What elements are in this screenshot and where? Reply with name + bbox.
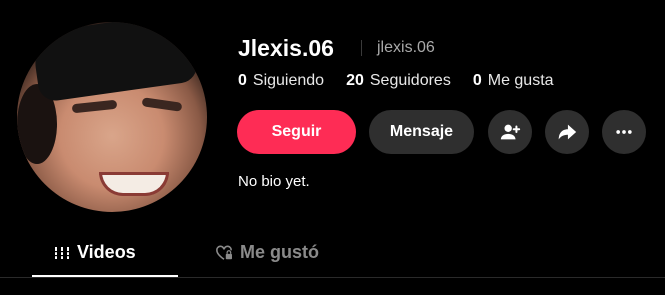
stat-followers-label: Seguidores — [369, 72, 451, 89]
stat-likes: 0 Me gusta — [473, 72, 554, 90]
add-user-icon — [500, 124, 521, 140]
tab-videos-label: Videos — [77, 242, 136, 262]
profile-tabs: Videos Me gustó — [0, 228, 665, 278]
stat-likes-count: 0 — [472, 72, 482, 89]
message-button[interactable]: Mensaje — [369, 110, 474, 154]
profile-bio: No bio yet. — [238, 173, 310, 190]
add-friend-button[interactable] — [488, 110, 532, 154]
stat-following[interactable]: 0 Siguiendo — [238, 72, 324, 90]
tab-liked-label: Me gustó — [240, 242, 319, 262]
stat-likes-label: Me gusta — [487, 72, 554, 89]
share-button[interactable] — [545, 110, 589, 154]
profile-avatar — [17, 22, 207, 212]
stat-following-count: 0 — [238, 72, 247, 89]
more-icon — [616, 130, 632, 134]
tab-videos[interactable]: Videos — [54, 242, 136, 263]
heart-lock-icon — [216, 245, 232, 260]
tab-liked[interactable]: Me gustó — [215, 242, 319, 263]
follow-button[interactable]: Seguir — [237, 110, 356, 154]
active-tab-indicator — [32, 275, 178, 277]
stat-following-label: Siguiendo — [252, 72, 325, 89]
share-icon — [558, 124, 577, 140]
stat-followers[interactable]: 20 Seguidores — [346, 72, 451, 90]
profile-stats: 0 Siguiendo 20 Seguidores 0 Me gusta — [238, 72, 576, 90]
profile-handle: jlexis.06 — [377, 39, 435, 56]
grid-icon — [54, 246, 70, 259]
profile-display-name: Jlexis.06 — [238, 35, 334, 61]
more-options-button[interactable] — [602, 110, 646, 154]
name-separator — [361, 40, 362, 56]
stat-followers-count: 20 — [346, 72, 364, 89]
